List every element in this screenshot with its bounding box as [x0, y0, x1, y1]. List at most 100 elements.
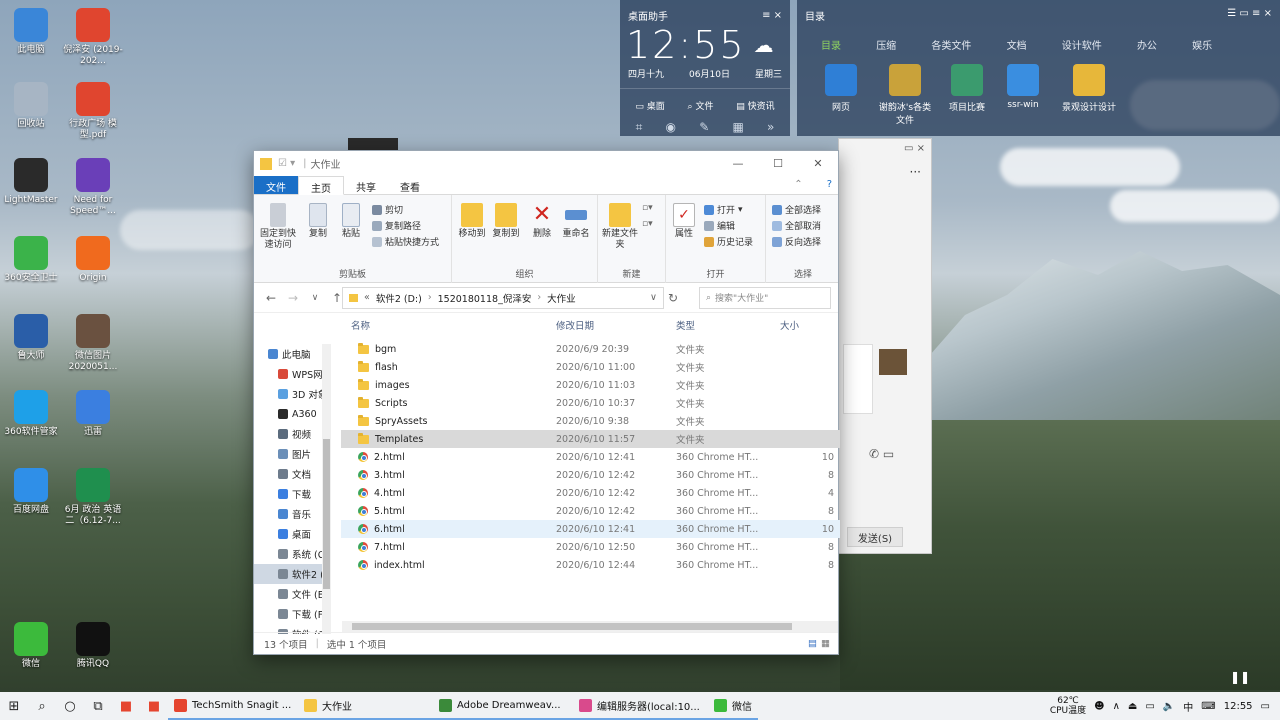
- copy-button[interactable]: 复制: [304, 203, 332, 240]
- tab-entertainment[interactable]: 娱乐: [1192, 37, 1212, 52]
- tab-share[interactable]: 共享: [344, 176, 388, 194]
- tab-compress[interactable]: 压缩: [876, 37, 896, 52]
- tab-files[interactable]: 各类文件: [931, 37, 971, 52]
- edit-icon[interactable]: ✎: [699, 120, 709, 135]
- desktop-icon[interactable]: 倪泽安 (2019-202...: [62, 8, 124, 67]
- taskbar-app[interactable]: 大作业: [298, 692, 433, 720]
- history-button[interactable]: 历史记录: [704, 235, 753, 248]
- rename-button[interactable]: 重命名: [558, 203, 594, 240]
- file-row[interactable]: index.html 2020/6/10 12:44 360 Chrome HT..…: [341, 556, 840, 574]
- pinned-app-icon[interactable]: ■: [112, 692, 140, 720]
- task-view-icon[interactable]: ⧉: [84, 692, 112, 720]
- nav-item[interactable]: 系统 (C: [254, 544, 328, 564]
- recent-chevron-icon[interactable]: ∨: [304, 293, 326, 303]
- paste-button[interactable]: 粘贴: [337, 203, 365, 240]
- nav-item[interactable]: 桌面: [254, 524, 328, 544]
- file-row[interactable]: 2.html 2020/6/10 12:41 360 Chrome HT... 10: [341, 448, 840, 466]
- tab-directory[interactable]: 目录: [821, 37, 841, 52]
- network-icon[interactable]: ▭: [1145, 701, 1154, 712]
- desktop-icon[interactable]: LightMaster: [0, 158, 62, 206]
- menu-icon[interactable]: ≡ ×: [762, 10, 782, 21]
- chat-image-thumb[interactable]: [843, 344, 873, 414]
- desktop-icon[interactable]: 回收站: [0, 82, 62, 130]
- file-row[interactable]: Scripts 2020/6/10 10:37 文件夹: [341, 394, 840, 412]
- show-hidden-icon[interactable]: ∧: [1113, 701, 1120, 712]
- window-controls-icon[interactable]: ▭ ×: [904, 143, 925, 154]
- select-all-button[interactable]: 全部选择: [772, 203, 821, 216]
- file-row[interactable]: 4.html 2020/6/10 12:42 360 Chrome HT... 4: [341, 484, 840, 502]
- breadcrumb-folder[interactable]: 1520180118_倪泽安: [438, 291, 532, 305]
- breadcrumb-drive[interactable]: 软件2 (D:): [376, 291, 422, 305]
- desktop-icon[interactable]: 此电脑: [0, 8, 62, 56]
- nav-item[interactable]: A360: [254, 404, 328, 424]
- pin-button[interactable]: 固定到快速访问: [258, 203, 298, 251]
- nav-item[interactable]: 音乐: [254, 504, 328, 524]
- desktop-icon[interactable]: 腾讯QQ: [62, 622, 124, 670]
- usb-icon[interactable]: ⏏: [1128, 701, 1137, 712]
- tiles-view-icon[interactable]: ▦: [821, 638, 830, 649]
- select-none-button[interactable]: 全部取消: [772, 219, 821, 232]
- widget-controls-icon[interactable]: ☰ ▭ ≡ ×: [1227, 8, 1272, 23]
- ime-settings-icon[interactable]: ⌨: [1201, 701, 1215, 712]
- file-row[interactable]: 3.html 2020/6/10 12:42 360 Chrome HT... 8: [341, 466, 840, 484]
- tab-file[interactable]: 文件: [254, 176, 298, 194]
- desktop-icon[interactable]: 鲁大师: [0, 314, 62, 362]
- back-arrow-icon[interactable]: ←: [260, 291, 282, 305]
- column-size[interactable]: 大小: [776, 318, 840, 332]
- nav-item[interactable]: 视频: [254, 424, 328, 444]
- quick-access-toolbar-icon[interactable]: ☑ ▾: [278, 158, 295, 169]
- column-name[interactable]: 名称: [341, 318, 556, 332]
- calculator-icon[interactable]: ▦: [732, 120, 743, 135]
- more-icon[interactable]: »: [767, 120, 774, 135]
- column-type[interactable]: 类型: [676, 318, 776, 332]
- more-options-icon[interactable]: ···: [910, 165, 921, 179]
- refresh-icon[interactable]: ↻: [668, 291, 678, 305]
- ime-indicator[interactable]: 中: [1183, 699, 1193, 714]
- easy-access-icon[interactable]: ▫▾: [642, 219, 653, 229]
- copy-path-button[interactable]: 复制路径: [372, 219, 421, 232]
- taskbar-app[interactable]: Adobe Dreamweav...: [433, 692, 573, 720]
- tab-office[interactable]: 办公: [1137, 37, 1157, 52]
- nav-item[interactable]: 此电脑: [254, 344, 328, 364]
- invert-selection-button[interactable]: 反向选择: [772, 235, 821, 248]
- desktop-icon[interactable]: Origin: [62, 236, 124, 284]
- taskbar-clock[interactable]: 12:55: [1224, 701, 1253, 712]
- desktop-icon[interactable]: 迅雷: [62, 390, 124, 438]
- notifications-icon[interactable]: ▭: [1261, 701, 1270, 712]
- address-dropdown-icon[interactable]: ∨: [650, 292, 657, 303]
- minimize-icon[interactable]: —: [718, 151, 758, 175]
- news-button[interactable]: ▤ 快资讯: [736, 99, 774, 112]
- maximize-icon[interactable]: ☐: [758, 151, 798, 175]
- close-icon[interactable]: ✕: [798, 151, 838, 175]
- breadcrumb-current[interactable]: 大作业: [547, 291, 576, 305]
- file-row[interactable]: 6.html 2020/6/10 12:41 360 Chrome HT... 10: [341, 520, 840, 538]
- tab-design[interactable]: 设计软件: [1062, 37, 1102, 52]
- file-row[interactable]: 7.html 2020/6/10 12:50 360 Chrome HT... 8: [341, 538, 840, 556]
- volume-icon[interactable]: 🔈: [1163, 701, 1175, 712]
- eye-icon[interactable]: ◉: [666, 120, 676, 135]
- nav-item[interactable]: 图片: [254, 444, 328, 464]
- tab-home[interactable]: 主页: [298, 176, 344, 195]
- column-date[interactable]: 修改日期: [556, 318, 676, 332]
- desktop-icon[interactable]: 微信图片 2020051...: [62, 314, 124, 373]
- nav-item[interactable]: 文件 (E: [254, 584, 328, 604]
- directory-app[interactable]: ssr-win: [993, 64, 1053, 110]
- desktop-icon[interactable]: 360安全卫士: [0, 236, 62, 284]
- pinned-app-icon[interactable]: ■: [140, 692, 168, 720]
- search-icon[interactable]: ⌕: [28, 692, 56, 720]
- cortana-icon[interactable]: ○: [56, 692, 84, 720]
- directory-app[interactable]: 谢韵冰's各类文件: [875, 64, 935, 126]
- chat-avatar[interactable]: [879, 349, 907, 375]
- desktop-button[interactable]: ▭ 桌面: [635, 99, 664, 112]
- taskbar-app[interactable]: TechSmith Snagit ...: [168, 692, 298, 720]
- file-row[interactable]: flash 2020/6/10 11:00 文件夹: [341, 358, 840, 376]
- new-item-icon[interactable]: ▫▾: [642, 203, 653, 213]
- nav-item[interactable]: 文档: [254, 464, 328, 484]
- nav-item[interactable]: 下载 (F: [254, 604, 328, 624]
- file-row[interactable]: bgm 2020/6/9 20:39 文件夹: [341, 340, 840, 358]
- ribbon-collapse-icon[interactable]: ⌃: [782, 176, 814, 194]
- file-row[interactable]: 5.html 2020/6/10 12:42 360 Chrome HT... 8: [341, 502, 840, 520]
- directory-app[interactable]: 项目比赛: [937, 64, 997, 113]
- delete-button[interactable]: ✕ 删除: [528, 203, 556, 240]
- nav-item[interactable]: WPS网: [254, 364, 328, 384]
